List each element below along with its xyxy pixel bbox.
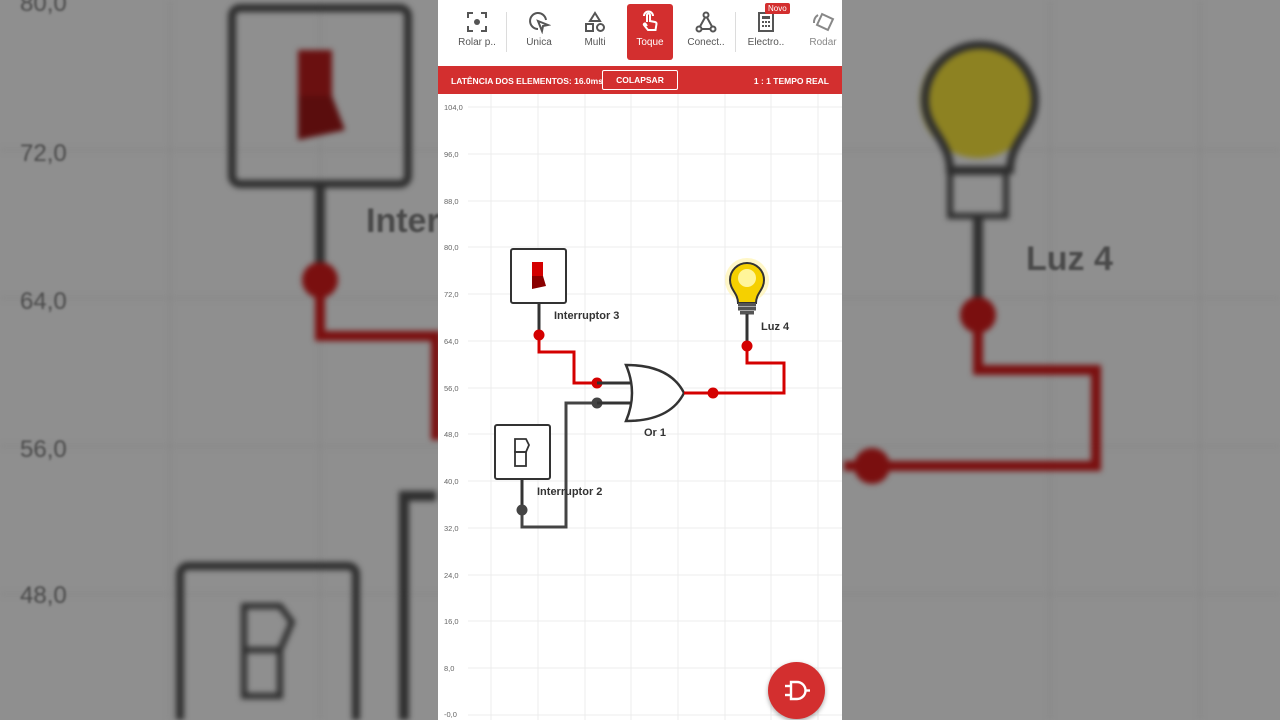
y-tick: 72,0 xyxy=(444,290,459,299)
y-tick: 16,0 xyxy=(444,617,459,626)
y-tick: 64,0 xyxy=(444,337,459,346)
new-badge: Novo xyxy=(765,3,790,14)
label-switch-3: Interruptor 3 xyxy=(554,310,620,322)
tool-rotate[interactable]: Rodar xyxy=(800,4,842,60)
light-bulb[interactable] xyxy=(725,258,769,315)
label-light: Luz 4 xyxy=(761,321,790,333)
tool-touch[interactable]: Toque xyxy=(627,4,673,60)
circuit-canvas[interactable]: 104,0 96,0 88,0 80,0 72,0 64,0 56,0 48,0… xyxy=(438,94,842,720)
connect-nodes-icon xyxy=(695,11,717,33)
bg-label-left: Inter xyxy=(366,202,440,240)
add-gate-button[interactable] xyxy=(768,662,825,719)
touch-hand-icon xyxy=(642,10,658,31)
node-or-out[interactable] xyxy=(707,387,719,399)
bg-tick: 48,0 xyxy=(20,582,67,609)
tool-label: Rodar xyxy=(809,37,837,48)
node-switch2-out[interactable] xyxy=(516,504,528,516)
y-tick: 40,0 xyxy=(444,477,459,486)
bg-tick: 80,0 xyxy=(20,0,67,17)
tool-single[interactable]: Única xyxy=(516,4,562,60)
toolbar: Rolar p.. Única Multi Toque Conect.. Ele… xyxy=(438,0,842,66)
toolbar-divider xyxy=(506,12,507,52)
tool-multi[interactable]: Multi xyxy=(572,4,618,60)
y-tick: 48,0 xyxy=(444,430,459,439)
y-tick: 24,0 xyxy=(444,571,459,580)
latency-text: LATÊNCIA DOS ELEMENTOS: 16.0ms xyxy=(451,76,603,86)
bg-tick: 64,0 xyxy=(20,288,67,315)
y-tick: 56,0 xyxy=(444,384,459,393)
y-tick: 96,0 xyxy=(444,150,459,159)
scroll-focus-icon xyxy=(467,12,487,32)
bg-tick: 56,0 xyxy=(20,436,67,463)
switch-2[interactable] xyxy=(494,424,551,480)
node-light-in[interactable] xyxy=(741,340,753,352)
y-tick: 8,0 xyxy=(444,664,455,673)
label-switch-2: Interruptor 2 xyxy=(537,486,603,498)
logic-gate-icon xyxy=(785,680,810,701)
y-tick: -0,0 xyxy=(444,710,457,719)
rotate-icon xyxy=(813,12,835,32)
single-select-icon xyxy=(529,12,551,34)
tool-scroll-to[interactable]: Rolar p.. xyxy=(454,4,500,60)
wire-on-switch3 xyxy=(537,335,597,385)
app-screen: Rolar p.. Única Multi Toque Conect.. Ele… xyxy=(438,0,842,720)
time-mode-text[interactable]: 1 : 1 TEMPO REAL xyxy=(754,76,829,86)
y-tick: 80,0 xyxy=(444,243,459,252)
bg-label-right: Luz 4 xyxy=(1026,240,1113,278)
tool-label: Única xyxy=(526,37,552,48)
tool-connect[interactable]: Conect.. xyxy=(683,4,729,60)
switch-3[interactable] xyxy=(510,248,567,304)
y-tick: 104,0 xyxy=(444,103,463,112)
bg-tick: 72,0 xyxy=(20,140,67,167)
y-tick: 32,0 xyxy=(444,524,459,533)
status-bar: LATÊNCIA DOS ELEMENTOS: 16.0ms COLAPSAR … xyxy=(438,66,842,94)
tool-label: Multi xyxy=(584,37,606,48)
or-gate[interactable] xyxy=(597,363,686,423)
tool-label: Toque xyxy=(636,37,664,48)
y-tick: 88,0 xyxy=(444,197,459,206)
node-switch3-out[interactable] xyxy=(533,329,545,341)
toolbar-divider xyxy=(735,12,736,52)
multi-shapes-icon xyxy=(585,11,605,32)
tool-label: Rolar p.. xyxy=(458,37,496,48)
tool-label: Conect.. xyxy=(687,37,725,48)
tool-label: Electro.. xyxy=(747,37,785,48)
collapse-button[interactable]: COLAPSAR xyxy=(602,70,678,90)
wire-on-output xyxy=(684,346,786,395)
label-or-gate: Or 1 xyxy=(644,427,667,439)
circuit-drawing xyxy=(468,94,842,720)
